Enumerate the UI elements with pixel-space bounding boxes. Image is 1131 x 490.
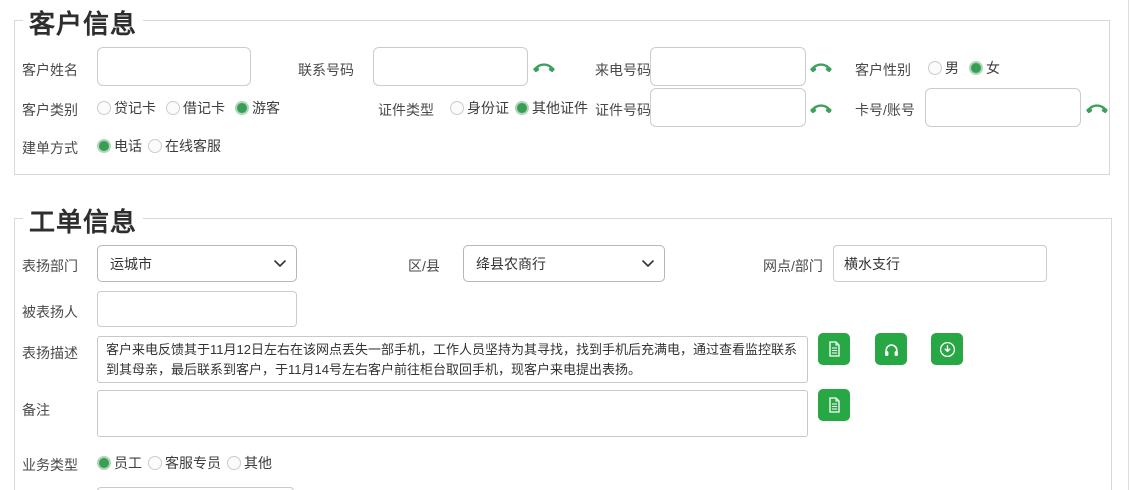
phone-icon[interactable] — [533, 61, 555, 73]
radio-circle-icon — [515, 101, 529, 115]
radio-circle-icon — [227, 456, 241, 470]
district-label: 区/县 — [408, 258, 440, 274]
district-select[interactable]: 绛县农商行 — [463, 245, 665, 282]
radio-business-cs-specialist[interactable]: 客服专员 — [148, 453, 221, 473]
download-icon — [939, 341, 955, 357]
caller-number-label: 来电号码 — [595, 62, 651, 78]
description-textarea[interactable]: 客户来电反馈其于11月12日左右在该网点丢失一部手机，工作人员坚持为其寻找，找到… — [97, 336, 808, 383]
customer-category-label: 客户类别 — [22, 102, 78, 118]
phone-icon[interactable] — [1086, 102, 1108, 114]
radio-circle-icon — [928, 61, 942, 75]
remark-textarea[interactable] — [97, 390, 808, 437]
gender-label: 客户性别 — [855, 62, 911, 78]
radio-channel-phone[interactable]: 电话 — [97, 136, 142, 156]
download-button[interactable] — [931, 333, 963, 365]
description-label: 表扬描述 — [22, 345, 78, 361]
radio-category-visitor[interactable]: 游客 — [235, 98, 280, 118]
radio-circle-icon — [97, 456, 111, 470]
radio-channel-online[interactable]: 在线客服 — [148, 136, 221, 156]
customer-name-label: 客户姓名 — [22, 62, 78, 78]
workorder-info-title: 工单信息 — [23, 202, 144, 239]
id-type-radio-group: 身份证 其他证件 — [450, 98, 588, 118]
praise-dept-value: 运城市 — [110, 255, 152, 272]
card-account-label: 卡号/账号 — [855, 102, 915, 118]
praise-dept-select[interactable]: 运城市 — [97, 245, 297, 282]
business-type-radio-group: 员工 客服专员 其他 — [97, 453, 272, 473]
radio-circle-icon — [97, 139, 111, 153]
radio-circle-icon — [97, 101, 111, 115]
creation-method-radio-group: 电话 在线客服 — [97, 136, 221, 156]
radio-gender-male[interactable]: 男 — [928, 58, 959, 78]
document-icon — [829, 341, 840, 357]
branch-input[interactable] — [833, 245, 1047, 282]
radio-circle-icon — [969, 61, 983, 75]
district-value: 绛县农商行 — [476, 255, 546, 272]
creation-method-label: 建单方式 — [22, 140, 78, 156]
radio-circle-icon — [450, 101, 464, 115]
chevron-down-icon — [642, 260, 654, 267]
radio-business-other[interactable]: 其他 — [227, 453, 272, 473]
contact-number-input[interactable] — [373, 47, 528, 86]
page-right-border — [1128, 0, 1129, 490]
listen-recording-button[interactable] — [875, 333, 907, 365]
radio-idtype-other[interactable]: 其他证件 — [515, 98, 588, 118]
contact-number-label: 联系号码 — [298, 62, 354, 78]
praise-workorder-form: 客户信息 客户姓名 联系号码 来电号码 客户性别 男 女 客户类别 贷记卡 借记… — [0, 0, 1131, 490]
radio-circle-icon — [148, 139, 162, 153]
phone-icon[interactable] — [810, 102, 832, 114]
radio-category-credit-card[interactable]: 贷记卡 — [97, 98, 156, 118]
radio-gender-female[interactable]: 女 — [969, 58, 1000, 78]
phone-icon[interactable] — [810, 61, 832, 73]
customer-info-title: 客户信息 — [23, 4, 144, 41]
caller-number-input[interactable] — [650, 47, 806, 86]
business-type-label: 业务类型 — [22, 457, 78, 473]
praised-person-input[interactable] — [97, 291, 297, 327]
praised-person-label: 被表扬人 — [22, 304, 78, 320]
id-number-label: 证件号码 — [595, 102, 651, 118]
chevron-down-icon — [274, 260, 286, 267]
description-document-button[interactable] — [818, 333, 850, 365]
radio-category-debit-card[interactable]: 借记卡 — [166, 98, 225, 118]
branch-label: 网点/部门 — [763, 258, 823, 274]
radio-circle-icon — [235, 101, 249, 115]
headphones-icon — [884, 343, 898, 356]
radio-idtype-idcard[interactable]: 身份证 — [450, 98, 509, 118]
id-type-label: 证件类型 — [378, 102, 434, 118]
remark-document-button[interactable] — [818, 389, 850, 421]
customer-category-radio-group: 贷记卡 借记卡 游客 — [97, 98, 280, 118]
gender-radio-group: 男 女 — [928, 58, 1000, 78]
praise-dept-label: 表扬部门 — [22, 258, 78, 274]
radio-circle-icon — [166, 101, 180, 115]
customer-name-input[interactable] — [97, 47, 251, 86]
card-account-input[interactable] — [925, 88, 1081, 127]
radio-circle-icon — [148, 456, 162, 470]
remark-label: 备注 — [22, 402, 50, 418]
document-icon — [829, 397, 840, 413]
id-number-input[interactable] — [650, 88, 806, 127]
radio-business-employee[interactable]: 员工 — [97, 453, 142, 473]
